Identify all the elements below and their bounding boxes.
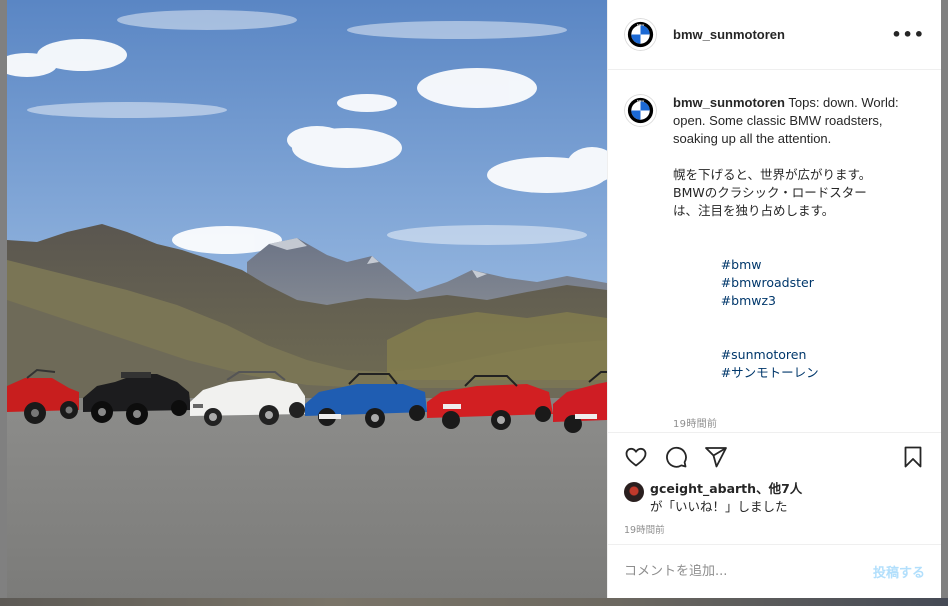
add-comment-section: 投稿する [608, 544, 941, 598]
caption-text: bmw_sunmotoren Tops: down. World: open. … [673, 94, 921, 432]
save-button[interactable] [885, 437, 925, 477]
hashtag-link[interactable]: #sunmotoren [721, 347, 807, 362]
hashtag-link[interactable]: #bmwz3 [721, 293, 776, 308]
hashtag-link[interactable]: #サンモトーレン [721, 365, 819, 380]
caption-username[interactable]: bmw_sunmotoren [673, 95, 785, 110]
caption-line: soaking up all the attention. [673, 131, 832, 146]
header-username[interactable]: bmw_sunmotoren [673, 27, 785, 42]
action-bar [608, 432, 941, 480]
paper-plane-icon [705, 446, 727, 467]
caption-line-jp: は、注目を独り占めします。 [673, 203, 835, 218]
svg-text:BMW: BMW [637, 99, 645, 103]
liker-avatar[interactable] [624, 482, 644, 502]
comments-area: BMW bmw_sunmotoren Tops: down. World: op… [608, 70, 941, 432]
likes-text: gceight_abarth、他7人 が「いいね！」しました [650, 480, 802, 516]
caption-line-jp: BMWのクラシック・ロードスター [673, 185, 867, 200]
post-header: BMW bmw_sunmotoren ••• [608, 0, 941, 70]
comment-button[interactable] [664, 437, 704, 477]
comment-input[interactable] [624, 564, 873, 579]
post-photo[interactable] [7, 0, 607, 598]
background-strip [0, 598, 948, 606]
like-button[interactable] [624, 437, 664, 477]
caption-timestamp[interactable]: 19時間前 [673, 416, 921, 432]
caption: BMW bmw_sunmotoren Tops: down. World: op… [624, 94, 925, 432]
likes-suffix: が「いいね！」しました [650, 499, 788, 514]
caption-line: Tops: down. World: [788, 95, 899, 110]
instagram-post: BMW bmw_sunmotoren ••• BMW bmw_sunmotore… [7, 0, 941, 598]
post-comment-button[interactable]: 投稿する [873, 562, 925, 581]
hashtag-link[interactable]: #bmwroadster [721, 275, 814, 290]
caption-line-jp: 幌を下げると、世界が広がります。 [673, 167, 872, 182]
others-link[interactable]: 、他7人 [756, 481, 802, 496]
bmw-logo-avatar[interactable]: BMW [624, 94, 657, 127]
svg-text:BMW: BMW [637, 23, 645, 27]
liker-username[interactable]: gceight_abarth [650, 481, 756, 496]
likes-summary: gceight_abarth、他7人 が「いいね！」しました [608, 480, 941, 516]
share-button[interactable] [704, 437, 744, 477]
bmw-logo-avatar[interactable]: BMW [624, 18, 657, 51]
heart-icon [625, 447, 647, 466]
post-timestamp[interactable]: 19時間前 [608, 516, 941, 544]
hashtag-link[interactable]: #bmw [721, 257, 762, 272]
bookmark-icon [904, 446, 922, 467]
caption-line: open. Some classic BMW roadsters, [673, 113, 883, 128]
classic-bmw-roadsters-photo [7, 0, 607, 598]
more-options-icon[interactable]: ••• [891, 25, 925, 44]
post-side-panel: BMW bmw_sunmotoren ••• BMW bmw_sunmotore… [607, 0, 941, 598]
comment-icon [666, 446, 687, 468]
